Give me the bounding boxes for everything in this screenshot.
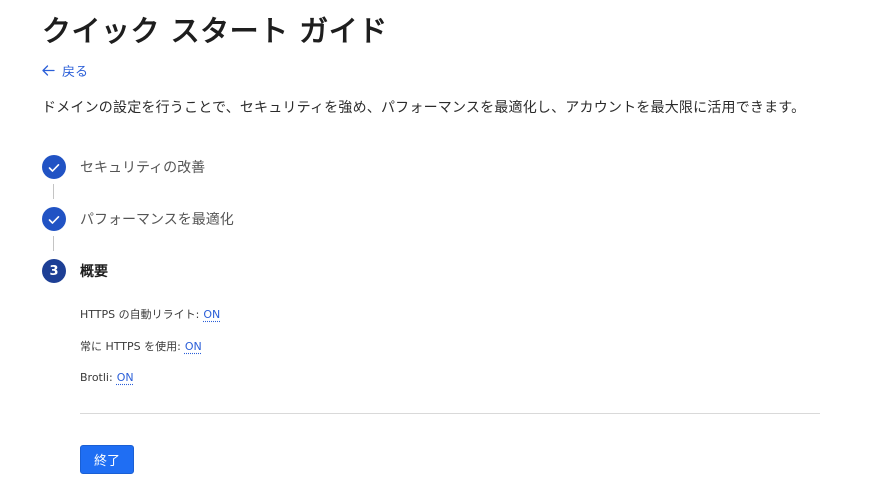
step-performance[interactable]: パフォーマンスを最適化 [42,207,442,231]
divider [80,413,820,414]
step-label: セキュリティの改善 [80,160,206,176]
setting-row-brotli: Brotli: ON [80,371,134,384]
setting-label: 常に HTTPS を使用: [80,340,181,353]
step-label: パフォーマンスを最適化 [80,212,234,228]
setting-row-always-https: 常に HTTPS を使用: ON [80,338,202,354]
page-title: クイック スタート ガイド [42,14,388,48]
setting-value-link[interactable]: ON [117,371,134,384]
finish-button[interactable]: 終了 [80,445,134,474]
checkmark-icon [48,210,60,229]
step-complete-badge [42,155,66,179]
setting-label: Brotli: [80,371,113,384]
back-link[interactable]: 戻る [42,61,89,80]
setting-label: HTTPS の自動リライト: [80,308,200,321]
step-summary: 3 概要 [42,259,442,283]
step-connector [53,184,54,199]
checkmark-icon [48,158,60,177]
step-number: 3 [49,263,59,279]
step-complete-badge [42,207,66,231]
back-link-label: 戻る [62,64,89,80]
setting-value-link[interactable]: ON [203,308,220,321]
setting-value-link[interactable]: ON [185,340,202,353]
step-number-badge: 3 [42,259,66,283]
page-description: ドメインの設定を行うことで、セキュリティを強め、パフォーマンスを最適化し、アカウ… [42,100,806,116]
arrow-left-icon [42,64,55,76]
step-connector [53,236,54,251]
step-label: 概要 [80,264,108,280]
step-security[interactable]: セキュリティの改善 [42,155,442,179]
setting-row-https-rewrite: HTTPS の自動リライト: ON [80,306,220,322]
